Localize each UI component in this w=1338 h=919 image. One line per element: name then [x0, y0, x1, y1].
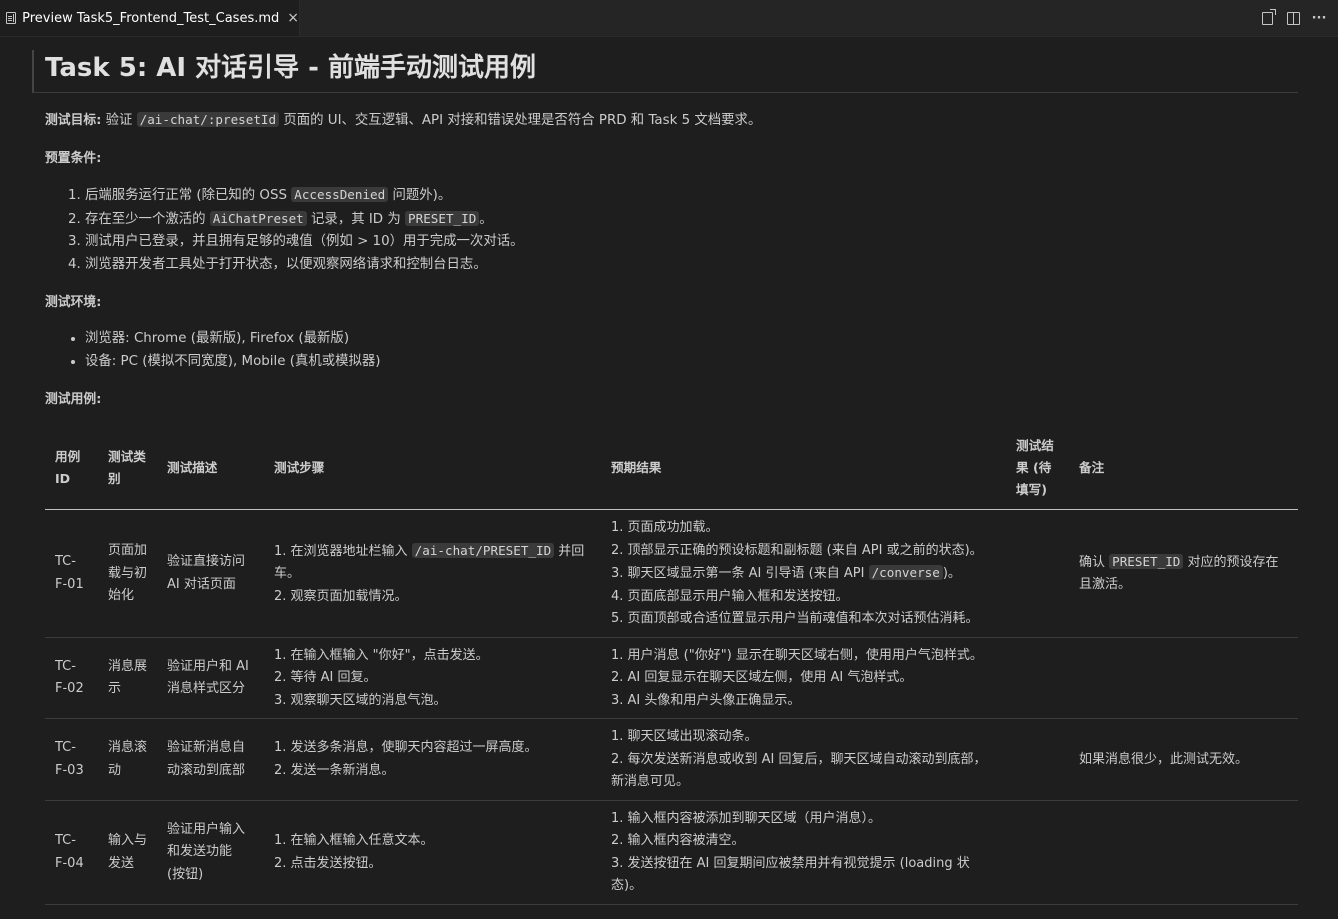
header-id: 用例 ID: [45, 427, 98, 510]
case-note: [1069, 800, 1298, 905]
env-list: 浏览器: Chrome (最新版), Firefox (最新版) 设备: PC …: [45, 328, 1298, 373]
page-title: Task 5: AI 对话引导 - 前端手动测试用例: [32, 50, 1298, 93]
header-category: 测试类别: [98, 427, 157, 510]
split-editor-button[interactable]: [1286, 11, 1300, 25]
case-desc: 验证新消息自动滚动到底部: [157, 718, 264, 801]
list-item: 测试用户已登录，并且拥有足够的魂值（例如 > 10）用于完成一次对话。: [85, 231, 1298, 254]
case-result: [1006, 800, 1069, 905]
more-actions-icon[interactable]: ···: [1312, 11, 1327, 26]
case-id: TC-F-01: [45, 509, 98, 638]
case-result: [1006, 637, 1069, 719]
case-steps: 1. 在浏览器地址栏输入 /ai-chat/PRESET_ID 并回车。 2. 观…: [264, 509, 601, 638]
case-expected: 1. 聊天区域出现滚动条。 2. 每次发送新消息或收到 AI 回复后，聊天区域自动…: [601, 718, 1006, 801]
case-expected: 1. 页面成功加载。 2. 顶部显示正确的预设标题和副标题 (来自 API 或之前…: [601, 509, 1006, 638]
table-row: TC-F-03 消息滚动 验证新消息自动滚动到底部 1. 发送多条消息，使聊天内…: [45, 718, 1298, 801]
list-item: 设备: PC (模拟不同宽度), Mobile (真机或模拟器): [85, 351, 1298, 374]
case-category: 消息滚动: [98, 718, 157, 801]
preview-icon: [6, 12, 17, 24]
case-note: 确认 PRESET_ID 对应的预设存在且激活。: [1069, 509, 1298, 638]
case-category: 输入与发送: [98, 800, 157, 905]
case-expected: 1. 输入框内容被添加到聊天区域（用户消息）。 2. 输入框内容被清空。 3. 发送…: [601, 800, 1006, 905]
editor-tab-bar: Preview Task5_Frontend_Test_Cases.md × ·…: [0, 0, 1338, 37]
table-header-row: 用例 ID 测试类别 测试描述 测试步骤 预期结果 测试结果 (待填写) 备注: [45, 427, 1298, 510]
close-icon[interactable]: ×: [287, 10, 299, 26]
split-editor-icon: [1286, 11, 1300, 25]
test-goal: 测试目标: 验证 /ai-chat/:presetId 页面的 UI、交互逻辑、…: [45, 112, 762, 128]
markdown-preview: Task 5: AI 对话引导 - 前端手动测试用例 测试目标: 验证 /ai-…: [32, 36, 1298, 905]
header-result: 测试结果 (待填写): [1006, 427, 1069, 510]
open-source-icon: [1261, 8, 1276, 25]
case-desc: 验证直接访问 AI 对话页面: [157, 509, 264, 638]
list-item: 后端服务运行正常 (除已知的 OSS AccessDenied 问题外)。: [85, 184, 1298, 208]
list-item: 浏览器: Chrome (最新版), Firefox (最新版): [85, 328, 1298, 351]
header-desc: 测试描述: [157, 427, 264, 510]
case-steps: 1. 在输入框输入任意文本。 2. 点击发送按钮。: [264, 800, 601, 905]
case-desc: 验证用户和 AI 消息样式区分: [157, 637, 264, 719]
case-id: TC-F-02: [45, 637, 98, 719]
case-steps: 1. 在输入框输入 "你好"，点击发送。 2. 等待 AI 回复。 3. 观察聊天区…: [264, 637, 601, 719]
preconditions-list: 后端服务运行正常 (除已知的 OSS AccessDenied 问题外)。 存在…: [45, 184, 1298, 276]
header-steps: 测试步骤: [264, 427, 601, 510]
table-row: TC-F-02 消息展示 验证用户和 AI 消息样式区分 1. 在输入框输入 "…: [45, 637, 1298, 719]
preconditions-heading: 预置条件:: [45, 151, 102, 166]
editor-actions: ···: [1260, 0, 1326, 36]
case-category: 页面加载与初始化: [98, 509, 157, 638]
table-row: TC-F-01 页面加载与初始化 验证直接访问 AI 对话页面 1. 在浏览器地…: [45, 509, 1298, 638]
case-steps: 1. 发送多条消息，使聊天内容超过一屏高度。 2. 发送一条新消息。: [264, 718, 601, 801]
case-result: [1006, 718, 1069, 801]
case-result: [1006, 509, 1069, 638]
case-category: 消息展示: [98, 637, 157, 719]
open-source-button[interactable]: [1260, 8, 1276, 25]
header-expected: 预期结果: [601, 427, 1006, 510]
case-expected: 1. 用户消息 ("你好") 显示在聊天区域右侧，使用用户气泡样式。 2. AI …: [601, 637, 1006, 719]
tab-preview[interactable]: Preview Task5_Frontend_Test_Cases.md ×: [0, 0, 300, 36]
table-row: TC-F-04 输入与发送 验证用户输入和发送功能 (按钮) 1. 在输入框输入…: [45, 800, 1298, 905]
case-note: 如果消息很少，此测试无效。: [1069, 718, 1298, 801]
list-item: 存在至少一个激活的 AiChatPreset 记录，其 ID 为 PRESET_…: [85, 208, 1298, 232]
test-cases-table: 用例 ID 测试类别 测试描述 测试步骤 预期结果 测试结果 (待填写) 备注 …: [45, 427, 1298, 905]
case-id: TC-F-03: [45, 718, 98, 801]
case-note: [1069, 637, 1298, 719]
cases-heading: 测试用例:: [45, 392, 102, 407]
tab-title: Preview Task5_Frontend_Test_Cases.md: [22, 10, 280, 26]
env-heading: 测试环境:: [45, 295, 102, 310]
case-id: TC-F-04: [45, 800, 98, 905]
header-note: 备注: [1069, 427, 1298, 510]
list-item: 浏览器开发者工具处于打开状态，以便观察网络请求和控制台日志。: [85, 254, 1298, 277]
case-desc: 验证用户输入和发送功能 (按钮): [157, 800, 264, 905]
